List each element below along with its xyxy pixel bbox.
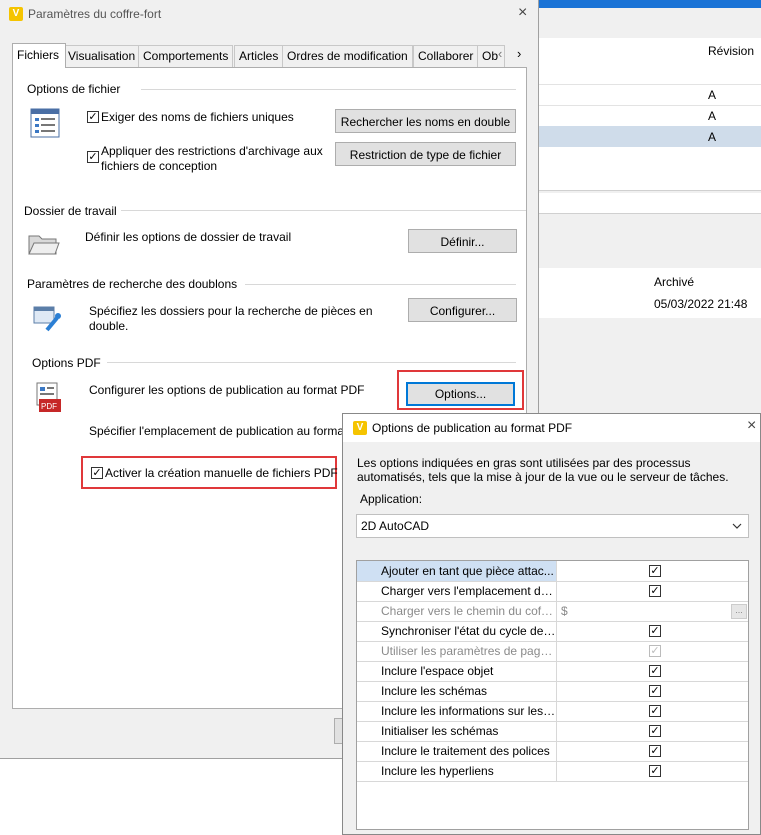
pdf-configure-text: Configurer les options de publication au…	[89, 383, 365, 397]
chevron-down-icon	[732, 519, 742, 536]
popup-description: Les options indiquées en gras sont utili…	[357, 456, 691, 470]
application-select-value: 2D AutoCAD	[361, 519, 430, 533]
option-name: Initialiser les schémas	[357, 721, 557, 741]
option-row[interactable]: Inclure les hyperliens ✓	[357, 761, 748, 782]
option-checkbox: ✓	[649, 645, 661, 657]
option-row[interactable]: Synchroniser l'état du cycle de ... ✓	[357, 621, 748, 642]
option-row[interactable]: Ajouter en tant que pièce attac... ✓	[357, 561, 748, 582]
find-duplicate-names-button[interactable]: Rechercher les noms en double	[335, 109, 516, 133]
archive-restrictions-checkbox[interactable]: ✓	[87, 151, 99, 163]
archived-column-header: Archivé	[654, 275, 695, 289]
option-checkbox[interactable]: ✓	[649, 665, 661, 677]
option-row[interactable]: Charger vers l'emplacement du... ✓	[357, 581, 748, 602]
tab-behaviours[interactable]: Comportements	[138, 45, 234, 67]
duplicates-heading: Paramètres de recherche des doublons	[27, 277, 238, 291]
option-row[interactable]: Initialiser les schémas ✓	[357, 721, 748, 742]
revision-cell: A	[708, 88, 717, 102]
option-row[interactable]: Inclure le traitement des polices ✓	[357, 741, 748, 762]
option-name: Utiliser les paramètres de page ...	[357, 641, 557, 661]
tab-items[interactable]: Articles	[234, 45, 284, 67]
option-checkbox[interactable]: ✓	[649, 705, 661, 717]
option-row[interactable]: Charger vers le chemin du coffr... $...	[357, 601, 748, 622]
option-checkbox[interactable]: ✓	[649, 685, 661, 697]
selected-file-row[interactable]	[538, 126, 761, 147]
option-checkbox[interactable]: ✓	[649, 765, 661, 777]
tab-change-orders[interactable]: Ordres de modification	[282, 45, 413, 67]
application-label: Application:	[360, 492, 423, 506]
vault-app-icon: V	[353, 421, 367, 435]
pdf-options-heading: Options PDF	[32, 356, 101, 370]
svg-text:PDF: PDF	[41, 402, 57, 411]
option-name: Ajouter en tant que pièce attac...	[357, 561, 557, 581]
option-checkbox[interactable]: ✓	[649, 565, 661, 577]
manual-pdf-label: Activer la création manuelle de fichiers…	[105, 466, 338, 480]
option-checkbox[interactable]: ✓	[649, 585, 661, 597]
tab-visualisation[interactable]: Visualisation	[63, 45, 141, 67]
popup-description-2: automatisés, tels que la mise à jour de …	[357, 470, 729, 484]
duplicate-search-icon	[33, 304, 63, 335]
option-name: Charger vers le chemin du coffr...	[357, 601, 557, 621]
unique-names-checkbox[interactable]: ✓	[87, 111, 99, 123]
duplicates-text-2: double.	[89, 319, 129, 333]
background-titlebar	[538, 0, 761, 8]
option-text-value: $	[561, 604, 568, 618]
close-icon[interactable]: ×	[518, 4, 527, 22]
revision-cell: A	[708, 109, 717, 123]
option-row[interactable]: Utiliser les paramètres de page ... ✓	[357, 641, 748, 662]
vault-app-icon: V	[9, 7, 23, 21]
archive-restrictions-label-2: fichiers de conception	[101, 159, 218, 173]
option-name: Inclure le traitement des polices	[357, 741, 557, 761]
revision-column-header: Révision	[708, 44, 755, 58]
folder-icon	[28, 233, 60, 258]
tab-collaborate[interactable]: Collaborer	[413, 45, 479, 67]
option-name: Inclure les informations sur les ...	[357, 701, 557, 721]
pdf-icon: PDF	[35, 382, 63, 417]
option-name: Inclure l'espace objet	[357, 661, 557, 681]
popup-close-icon[interactable]: ×	[747, 417, 756, 435]
option-checkbox[interactable]: ✓	[649, 745, 661, 757]
tab-scroll-right-icon[interactable]: ›	[517, 46, 521, 61]
option-row[interactable]: Inclure l'espace objet ✓	[357, 661, 748, 682]
dialog-title: Paramètres du coffre-fort	[28, 7, 162, 21]
pdf-location-text: Spécifier l'emplacement de publication a…	[89, 424, 345, 438]
revision-cell: A	[708, 130, 717, 144]
file-options-icon	[30, 108, 60, 138]
option-checkbox[interactable]: ✓	[649, 625, 661, 637]
archived-date: 05/03/2022 21:48	[654, 297, 748, 311]
background-history-list: Archivé 05/03/2022 21:48	[538, 268, 761, 318]
pdf-options-button[interactable]: Options...	[406, 382, 515, 406]
option-row[interactable]: Inclure les schémas ✓	[357, 681, 748, 702]
file-options-heading: Options de fichier	[27, 82, 121, 96]
application-select[interactable]: 2D AutoCAD	[356, 514, 749, 538]
define-working-folder-button[interactable]: Définir...	[408, 229, 517, 253]
duplicates-text: Spécifiez les dossiers pour la recherche…	[89, 304, 373, 318]
tab-scroll-left-icon[interactable]: ‹	[498, 46, 502, 61]
option-row[interactable]: Inclure les informations sur les ... ✓	[357, 701, 748, 722]
popup-title: Options de publication au format PDF	[372, 421, 573, 435]
archive-restrictions-label: Appliquer des restrictions d'archivage a…	[101, 144, 323, 158]
option-name: Synchroniser l'état du cycle de ...	[357, 621, 557, 641]
background-file-list: Révision A A A	[538, 38, 761, 191]
file-type-restriction-button[interactable]: Restriction de type de fichier	[335, 142, 516, 166]
browse-button: ...	[731, 604, 747, 619]
working-folder-text: Définir les options de dossier de travai…	[85, 230, 292, 244]
working-folder-heading: Dossier de travail	[24, 204, 117, 218]
manual-pdf-checkbox[interactable]: ✓	[91, 467, 103, 479]
configure-duplicates-button[interactable]: Configurer...	[408, 298, 517, 322]
option-checkbox[interactable]: ✓	[649, 725, 661, 737]
pdf-options-grid: Ajouter en tant que pièce attac... ✓ Charg…	[356, 560, 749, 830]
unique-names-label: Exiger des noms de fichiers uniques	[101, 110, 294, 124]
tab-files[interactable]: Fichiers	[12, 43, 66, 68]
option-name: Charger vers l'emplacement du...	[357, 581, 557, 601]
option-name: Inclure les schémas	[357, 681, 557, 701]
option-name: Inclure les hyperliens	[357, 761, 557, 781]
